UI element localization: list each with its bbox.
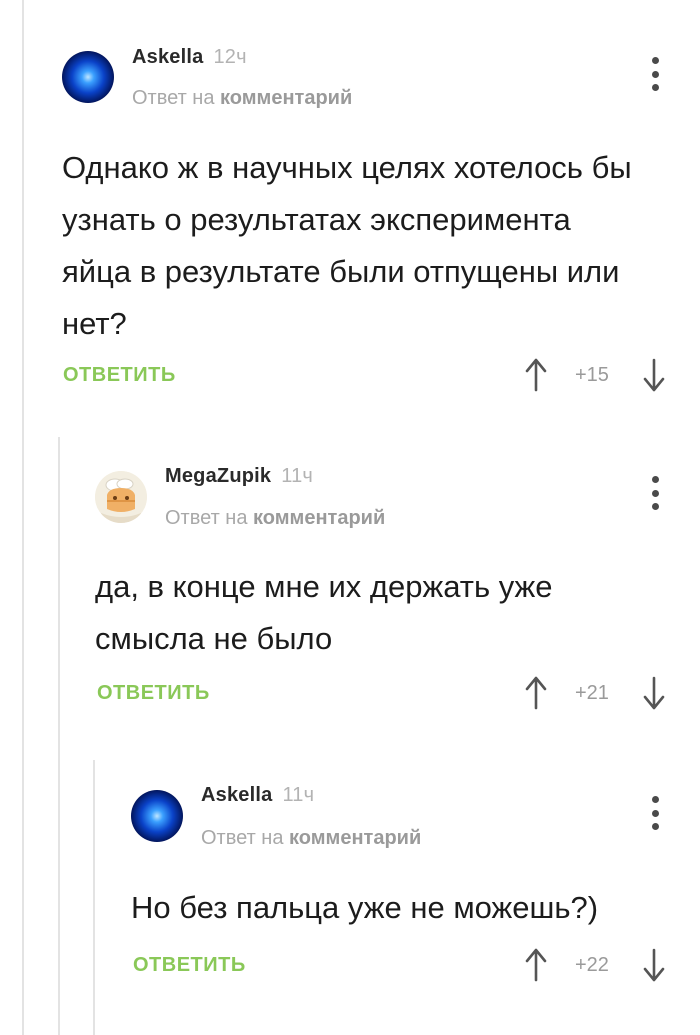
reply-button[interactable]: ОТВЕТИТЬ [63,364,176,387]
downvote-arrow-icon[interactable] [642,676,666,710]
user-avatar[interactable] [131,790,183,842]
reply-prefix: Ответ на [132,87,215,109]
author-name[interactable]: MegaZupik [165,465,271,487]
more-options-icon[interactable] [649,57,661,91]
reply-target-link[interactable]: комментарий [289,827,421,849]
comment: Askella 11ч Ответ на комментарий Но без п… [111,760,700,1035]
comment-time: 11ч [281,465,314,487]
reply-to-line: Ответ на комментарий [201,827,421,850]
more-options-icon[interactable] [649,796,661,830]
comment-time: 11ч [282,784,315,806]
comment: MegaZupik 11ч Ответ на комментарий да, в … [75,437,700,757]
upvote-arrow-icon[interactable] [524,676,548,710]
reply-to-line: Ответ на комментарий [132,87,352,110]
reply-to-line: Ответ на комментарий [165,507,385,530]
upvote-arrow-icon[interactable] [524,358,548,392]
comment-text: Но без пальца уже не можешь?) [131,890,599,925]
user-avatar[interactable] [62,51,114,103]
thread-line-level-1 [22,0,24,1035]
vote-score: +22 [575,954,609,976]
more-options-icon[interactable] [649,476,661,510]
comment: Askella 12ч Ответ на комментарий Однако ж… [40,0,700,420]
user-avatar[interactable] [95,471,147,523]
reply-prefix: Ответ на [201,827,284,849]
thread-line-level-3 [93,760,95,1035]
comment-time: 12ч [213,46,247,68]
author-name[interactable]: Askella [132,46,203,68]
comment-text: Однако ж в научных целях хотелось бы узн… [62,150,632,341]
downvote-arrow-icon[interactable] [642,948,666,982]
reply-target-link[interactable]: комментарий [253,507,385,529]
upvote-arrow-icon[interactable] [524,948,548,982]
cartoon-chef-avatar-icon [95,471,147,523]
downvote-arrow-icon[interactable] [642,358,666,392]
author-name[interactable]: Askella [201,784,272,806]
vote-score: +15 [575,364,609,386]
reply-target-link[interactable]: комментарий [220,87,352,109]
thread-line-level-2 [58,437,60,1035]
comment-text: да, в конце мне их держать уже смысла не… [95,569,553,656]
reply-prefix: Ответ на [165,507,248,529]
comment-author[interactable]: Askella 12ч [132,46,247,69]
reply-button[interactable]: ОТВЕТИТЬ [97,682,210,705]
reply-button[interactable]: ОТВЕТИТЬ [133,954,246,977]
comment-author[interactable]: MegaZupik 11ч [165,465,313,488]
vote-score: +21 [575,682,609,704]
comment-author[interactable]: Askella 11ч [201,784,314,807]
